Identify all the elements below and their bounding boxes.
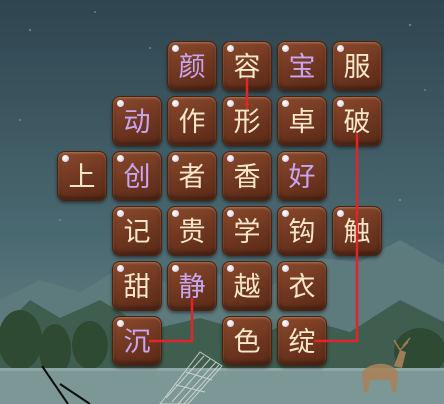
tile-hao[interactable]: 好 (277, 151, 327, 201)
tile-character: 沉 (123, 326, 151, 358)
tile-chen[interactable]: 沉 (112, 316, 162, 366)
tile-corner-dot (282, 320, 289, 327)
tile-character: 卓 (288, 106, 316, 138)
tile-zhan[interactable]: 绽 (277, 316, 327, 366)
tile-corner-dot (227, 45, 234, 52)
tile-corner-dot (172, 155, 179, 162)
tile-corner-dot (227, 100, 234, 107)
tile-corner-dot (227, 155, 234, 162)
tile-character: 好 (288, 161, 316, 193)
tile-corner-dot (282, 210, 289, 217)
tile-shang[interactable]: 上 (57, 151, 107, 201)
tile-corner-dot (282, 45, 289, 52)
tile-jing[interactable]: 静 (167, 261, 217, 311)
tile-gou[interactable]: 钩 (277, 206, 327, 256)
tile-corner-dot (282, 155, 289, 162)
tile-chu[interactable]: 触 (332, 206, 382, 256)
tile-corner-dot (117, 265, 124, 272)
tile-corner-dot (227, 320, 234, 327)
tile-character: 者 (178, 161, 206, 193)
tile-character: 衣 (288, 271, 316, 303)
tile-rong[interactable]: 容 (222, 41, 272, 91)
tile-yan[interactable]: 颜 (167, 41, 217, 91)
tile-dong[interactable]: 动 (112, 96, 162, 146)
tile-se[interactable]: 色 (222, 316, 272, 366)
tile-corner-dot (62, 155, 69, 162)
tile-zuo[interactable]: 作 (167, 96, 217, 146)
tile-corner-dot (172, 210, 179, 217)
tile-character: 贵 (178, 216, 206, 248)
tile-character: 服 (343, 51, 371, 83)
tile-gui[interactable]: 贵 (167, 206, 217, 256)
tile-character: 记 (123, 216, 151, 248)
tile-character: 触 (343, 216, 371, 248)
tile-character: 钩 (288, 216, 316, 248)
tile-tian[interactable]: 甜 (112, 261, 162, 311)
tile-chuang[interactable]: 创 (112, 151, 162, 201)
tile-character: 静 (178, 271, 206, 303)
tile-fu[interactable]: 服 (332, 41, 382, 91)
tile-zhe[interactable]: 者 (167, 151, 217, 201)
tile-xue[interactable]: 学 (222, 206, 272, 256)
tile-character: 宝 (288, 51, 316, 83)
tile-corner-dot (172, 100, 179, 107)
tile-corner-dot (117, 155, 124, 162)
tile-character: 创 (123, 161, 151, 193)
tile-character: 容 (233, 51, 261, 83)
tile-corner-dot (337, 45, 344, 52)
tile-character: 动 (123, 106, 151, 138)
tile-bao[interactable]: 宝 (277, 41, 327, 91)
tile-corner-dot (282, 100, 289, 107)
tile-zhuo[interactable]: 卓 (277, 96, 327, 146)
tile-character: 上 (68, 161, 96, 193)
tile-corner-dot (227, 210, 234, 217)
tile-board: 颜容宝服动作形卓破上创者香好记贵学钩触甜静越衣沉 色绽 (0, 0, 444, 404)
tile-corner-dot (172, 265, 179, 272)
tile-character: 破 (343, 106, 371, 138)
tile-ji[interactable]: 记 (112, 206, 162, 256)
tile-yi[interactable]: 衣 (277, 261, 327, 311)
tile-corner-dot (117, 320, 124, 327)
tile-xing[interactable]: 形 (222, 96, 272, 146)
tile-corner-dot (337, 100, 344, 107)
tile-character: 越 (233, 271, 261, 303)
tile-character: 绽 (288, 326, 316, 358)
tile-corner-dot (282, 265, 289, 272)
tile-corner-dot (117, 210, 124, 217)
tile-character: 学 (233, 216, 261, 248)
tile-character: 形 (233, 106, 261, 138)
tile-po[interactable]: 破 (332, 96, 382, 146)
tile-character: 色 (233, 326, 261, 358)
tile-corner-dot (337, 210, 344, 217)
tile-yue[interactable]: 越 (222, 261, 272, 311)
tile-corner-dot (172, 45, 179, 52)
tile-character: 香 (233, 161, 261, 193)
tile-corner-dot (117, 100, 124, 107)
tile-character: 作 (178, 106, 206, 138)
tile-corner-dot (227, 265, 234, 272)
tile-xiang[interactable]: 香 (222, 151, 272, 201)
tile-character: 甜 (123, 271, 151, 303)
tile-character: 颜 (178, 51, 206, 83)
